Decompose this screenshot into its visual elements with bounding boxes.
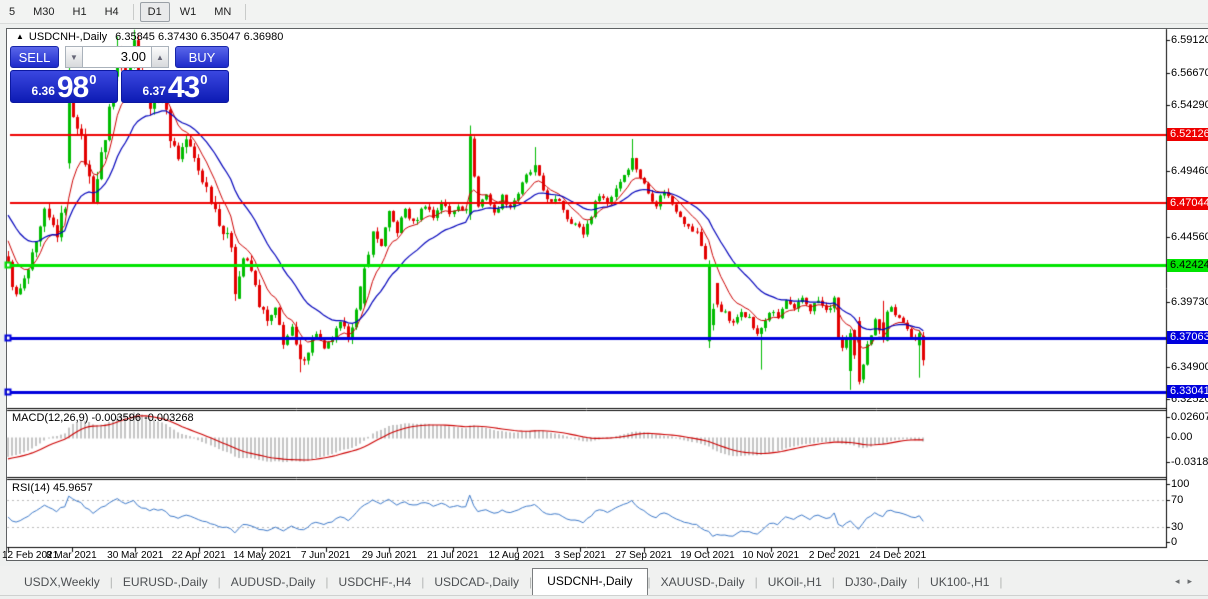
buy-price-sup: 0: [200, 72, 208, 87]
tab-usdcnh-daily[interactable]: USDCNH-,Daily: [532, 568, 648, 595]
chevron-up-icon: ▲: [156, 52, 164, 62]
tab-xauusd-daily[interactable]: XAUUSD-,Daily: [651, 571, 755, 595]
sell-price-sup: 0: [89, 72, 97, 87]
buy-button[interactable]: BUY: [175, 46, 229, 68]
tab-usdcad-daily[interactable]: USDCAD-,Daily: [424, 571, 529, 595]
tab-ukoil-h1[interactable]: UKOil-,H1: [758, 571, 832, 595]
price-line-badge: 6.42424: [1167, 258, 1208, 272]
buy-price-button[interactable]: 6.37 43 0: [121, 70, 229, 103]
tab-audusd-daily[interactable]: AUDUSD-,Daily: [221, 571, 326, 595]
price-line-badge: 6.33041: [1167, 385, 1208, 399]
sell-button[interactable]: SELL: [10, 46, 59, 68]
chevron-down-icon: ▼: [70, 52, 78, 62]
chart-title-row: ▲ USDCNH-,Daily 6.35845 6.37430 6.35047 6.…: [16, 31, 283, 43]
tab-usdx-weekly[interactable]: USDX,Weekly: [14, 571, 110, 595]
price-tick: 6.56670: [1171, 67, 1208, 80]
buy-price-big: 43: [167, 71, 200, 104]
tab-dj30-daily[interactable]: DJ30-,Daily: [835, 571, 917, 595]
price-line-badge: 6.52126: [1167, 128, 1208, 142]
volume-input[interactable]: 3.00: [83, 46, 151, 68]
sell-price-small: 6.36: [31, 84, 55, 98]
indicator-tick: 0.02607: [1171, 411, 1208, 423]
chart-tab-bar: USDX,Weekly | EURUSD-,Daily | AUDUSD-,Daily |…: [0, 566, 1208, 596]
price-tick: 6.54290: [1171, 99, 1208, 112]
tab-usdchf-h4[interactable]: USDCHF-,H4: [329, 571, 422, 595]
date-label: 30 Mar 2021: [107, 550, 164, 561]
volume-decrease-button[interactable]: ▼: [65, 46, 83, 68]
date-label: 12 Aug 2021: [488, 550, 545, 561]
chart-tabs: USDX,Weekly | EURUSD-,Daily | AUDUSD-,Daily |…: [14, 568, 1003, 595]
date-label: 2 Dec 2021: [808, 550, 861, 561]
price-tick: 6.39730: [1171, 295, 1208, 308]
price-line-badge: 6.37063: [1167, 331, 1208, 345]
indicator-tick: 30: [1171, 521, 1184, 533]
one-click-trade-panel: SELL ▼ 3.00 ▲ BUY 6.36 98 0 6.37 43 0: [10, 46, 229, 103]
date-label: 21 Jul 2021: [426, 550, 479, 561]
macd-title: MACD(12,26,9) -0.003596 -0.003268: [12, 412, 194, 424]
tab-scroll-arrows: ◂▸: [1175, 576, 1200, 587]
tab-separator: |: [999, 575, 1003, 589]
volume-increase-button[interactable]: ▲: [151, 46, 169, 68]
chart-symbol-title: USDCNH-,Daily: [28, 31, 108, 43]
date-label: 27 Sep 2021: [615, 550, 672, 561]
price-line-badge: 6.47044: [1167, 196, 1208, 210]
rsi-title: RSI(14) 45.9657: [12, 482, 93, 494]
mt4-window: 5M30H1H4D1W1MN ▲USDCNH-,Daily6.35845 6.3…: [0, 0, 1208, 599]
price-tick: 6.44560: [1171, 230, 1208, 243]
date-label: 7 Jun 2021: [300, 550, 351, 561]
indicator-tick: -0.03187: [1171, 456, 1208, 468]
date-label: 19 Oct 2021: [680, 550, 735, 561]
date-label: 3 Sep 2021: [554, 550, 606, 561]
sell-price-button[interactable]: 6.36 98 0: [10, 70, 118, 103]
collapse-triangle-icon[interactable]: ▲: [16, 32, 24, 41]
date-label: 29 Jun 2021: [361, 550, 417, 561]
tab-scroll-right-icon[interactable]: ▸: [1187, 576, 1200, 586]
price-tick: 6.34900: [1171, 360, 1208, 373]
price-tick: 6.49460: [1171, 164, 1208, 177]
date-label: 24 Dec 2021: [869, 550, 927, 561]
chart-ohlc-values: 6.35845 6.37430 6.35047 6.36980: [115, 31, 284, 43]
sell-price-big: 98: [56, 71, 89, 104]
date-label: 10 Nov 2021: [742, 550, 800, 561]
date-label: 14 May 2021: [233, 550, 292, 561]
indicator-tick: 70: [1171, 494, 1184, 506]
tab-scroll-left-icon[interactable]: ◂: [1175, 576, 1188, 586]
date-label: 8 Mar 2021: [46, 550, 97, 561]
tab-eurusd-daily[interactable]: EURUSD-,Daily: [113, 571, 218, 595]
date-label: 22 Apr 2021: [171, 550, 226, 561]
indicator-tick: 0: [1171, 536, 1178, 548]
buy-price-small: 6.37: [142, 84, 166, 98]
price-tick: 6.59120: [1171, 34, 1208, 47]
indicator-tick: 0.00: [1171, 431, 1193, 443]
indicator-tick: 100: [1171, 478, 1190, 490]
tab-uk100-h1[interactable]: UK100-,H1: [920, 571, 999, 595]
